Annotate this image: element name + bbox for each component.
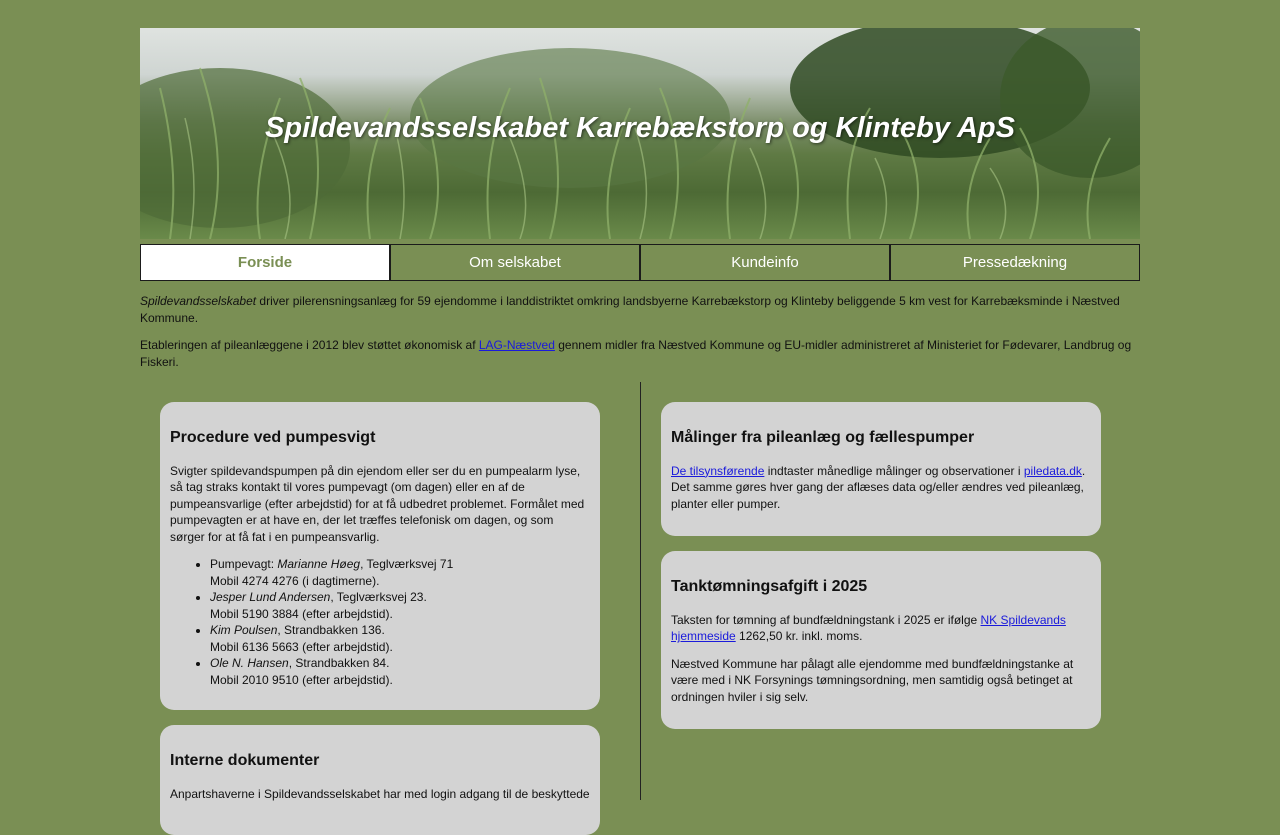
contact-phone: Mobil 4274 4276 (i dagtimerne). <box>210 573 380 588</box>
page-wrapper: Spildevandsselskabet Karrebækstorp og Kl… <box>140 28 1140 381</box>
nav-item-forside[interactable]: Forside <box>140 244 390 281</box>
intro-text-1: driver pilerensningsanlæg for 59 ejendom… <box>140 294 1120 325</box>
tank-fee-card: Tanktømningsafgift i 2025 Taksten for tø… <box>661 551 1101 729</box>
procedure-text: Svigter spildevandspumpen på din ejendom… <box>170 463 585 544</box>
contact-phone: Mobil 5190 3884 (efter arbejdstid). <box>210 606 393 621</box>
intro-paragraph-1: Spildevandsselskabet driver pilerensning… <box>140 293 1140 326</box>
piledata-link[interactable]: piledata.dk <box>1024 464 1082 478</box>
lag-naestved-link[interactable]: LAG-Næstved <box>479 338 555 352</box>
contact-name: Kim Poulsen <box>210 623 278 637</box>
content-columns: Procedure ved pumpesvigt Svigter spildev… <box>160 382 1121 835</box>
contact-phone: Mobil 6136 5663 (efter arbejdstid). <box>210 639 393 654</box>
measurements-card: Målinger fra pileanlæg og fællespumper D… <box>661 402 1101 536</box>
main-nav: Forside Om selskabet Kundeinfo Pressedæk… <box>140 244 1140 281</box>
measurements-title: Målinger fra pileanlæg og fællespumper <box>671 429 975 446</box>
procedure-title: Procedure ved pumpesvigt <box>170 429 376 446</box>
tank-text-1b: 1262,50 kr. inkl. moms. <box>735 629 863 643</box>
contact-name: Jesper Lund Andersen <box>210 590 331 604</box>
nav-item-pressedaekning[interactable]: Pressedækning <box>890 244 1140 281</box>
contact-item: Kim Poulsen, Strandbakken 136. Mobil 6136… <box>210 622 590 655</box>
contact-prefix: Pumpevagt: <box>210 557 278 571</box>
nav-item-om-selskabet[interactable]: Om selskabet <box>390 244 640 281</box>
measurements-text-a: indtaster månedlige målinger og observat… <box>764 463 1024 478</box>
tank-text-1a: Taksten for tømning af bundfældningstank… <box>671 612 981 627</box>
contact-item: Ole N. Hansen, Strandbakken 84. Mobil 201… <box>210 655 590 688</box>
contact-address: , Strandbakken 84. <box>288 656 390 670</box>
contact-address: , Teglværksvej 71 <box>360 557 454 571</box>
internal-docs-card: Interne dokumenter Anpartshaverne i Spil… <box>160 725 600 835</box>
contact-phone: Mobil 2010 9510 (efter arbejdstid). <box>210 672 393 687</box>
measurements-text: De tilsynsførende indtaster månedlige må… <box>671 463 1091 513</box>
contact-name: Marianne Høeg <box>277 557 361 571</box>
tank-fee-text-1: Taksten for tømning af bundfældningstank… <box>671 612 1091 645</box>
nav-item-kundeinfo[interactable]: Kundeinfo <box>640 244 890 281</box>
contact-list: Pumpevagt: Marianne Høeg, Teglværksvej 7… <box>170 556 590 688</box>
column-divider <box>640 382 641 800</box>
company-name: Spildevandsselskabet <box>140 294 257 308</box>
header-banner: Spildevandsselskabet Karrebækstorp og Kl… <box>140 28 1140 239</box>
intro-section: Spildevandsselskabet driver pilerensning… <box>140 293 1140 370</box>
contact-address: , Strandbakken 136. <box>277 623 385 637</box>
intro-text-2a: Etableringen af pileanlæggene i 2012 ble… <box>140 338 479 352</box>
contact-item: Jesper Lund Andersen, Teglværksvej 23. Mo… <box>210 589 590 622</box>
internal-docs-title: Interne dokumenter <box>170 752 320 769</box>
tank-fee-title: Tanktømningsafgift i 2025 <box>671 578 868 595</box>
site-title: Spildevandsselskabet Karrebækstorp og Kl… <box>265 112 1015 144</box>
contact-name: Ole N. Hansen <box>210 656 289 670</box>
tank-fee-text-2: Næstved Kommune har pålagt alle ejendomm… <box>671 656 1074 704</box>
intro-paragraph-2: Etableringen af pileanlæggene i 2012 ble… <box>140 337 1140 370</box>
inspectors-link[interactable]: De tilsynsførende <box>671 464 764 478</box>
contact-item: Pumpevagt: Marianne Høeg, Teglværksvej 7… <box>210 556 590 589</box>
procedure-card: Procedure ved pumpesvigt Svigter spildev… <box>160 402 600 710</box>
contact-address: , Teglværksvej 23. <box>330 590 427 604</box>
